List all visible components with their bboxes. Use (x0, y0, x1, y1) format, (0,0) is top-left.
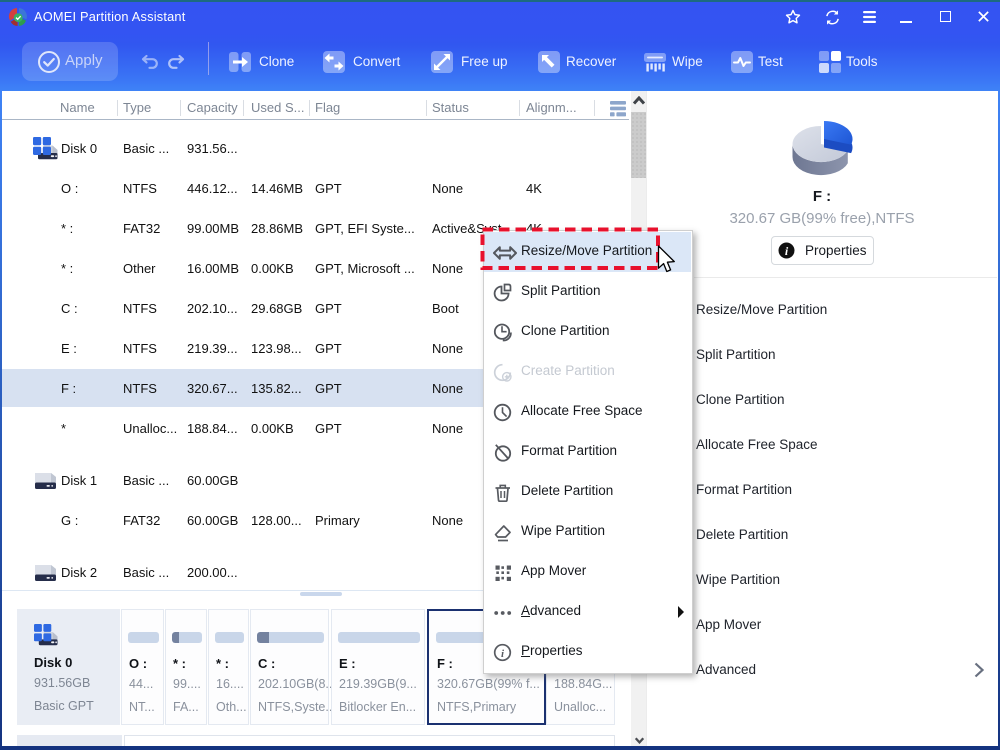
svg-text:i: i (501, 648, 505, 660)
